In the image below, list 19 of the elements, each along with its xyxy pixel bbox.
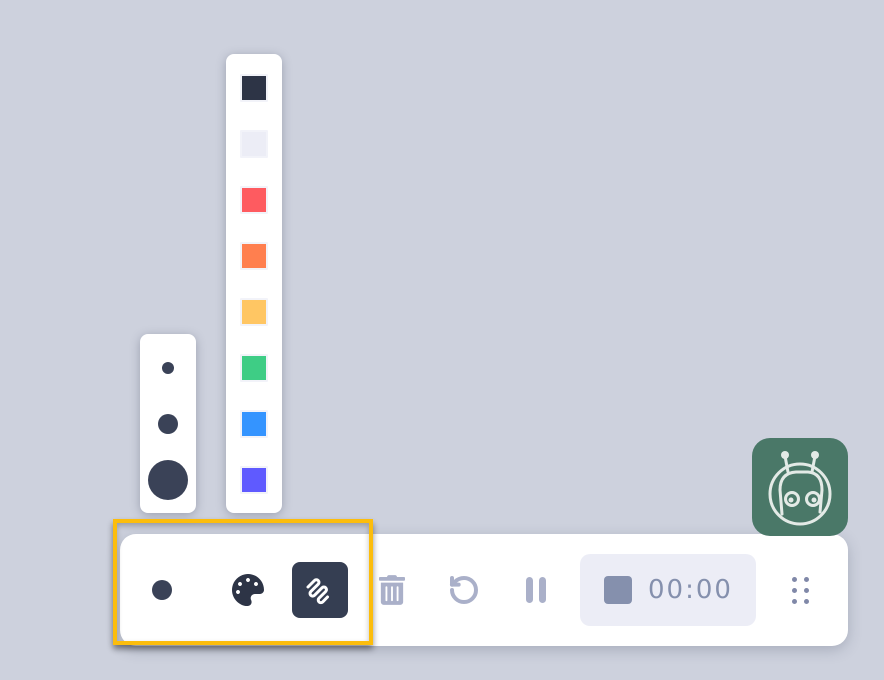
grip-icon bbox=[792, 576, 808, 604]
trash-icon bbox=[379, 575, 405, 605]
color-swatch-icon[interactable] bbox=[240, 354, 268, 382]
pause-icon bbox=[526, 577, 546, 603]
brush-size-dot-icon[interactable] bbox=[148, 460, 188, 500]
color-swatch-icon[interactable] bbox=[240, 466, 268, 494]
timer-text: 00:00 bbox=[648, 577, 733, 603]
color-swatch-icon[interactable] bbox=[240, 410, 268, 438]
undo-icon bbox=[448, 574, 480, 606]
brush-size-dot-icon[interactable] bbox=[158, 414, 178, 434]
palette-icon bbox=[232, 574, 264, 606]
pen-button[interactable] bbox=[292, 562, 348, 618]
color-swatch-icon[interactable] bbox=[240, 298, 268, 326]
color-swatch-icon[interactable] bbox=[240, 186, 268, 214]
color-swatch-icon[interactable] bbox=[240, 242, 268, 270]
brush-size-dot-icon[interactable] bbox=[162, 362, 174, 374]
dot-icon bbox=[152, 580, 172, 600]
color-swatch-icon[interactable] bbox=[240, 74, 268, 102]
robot-avatar-icon[interactable] bbox=[752, 438, 848, 536]
